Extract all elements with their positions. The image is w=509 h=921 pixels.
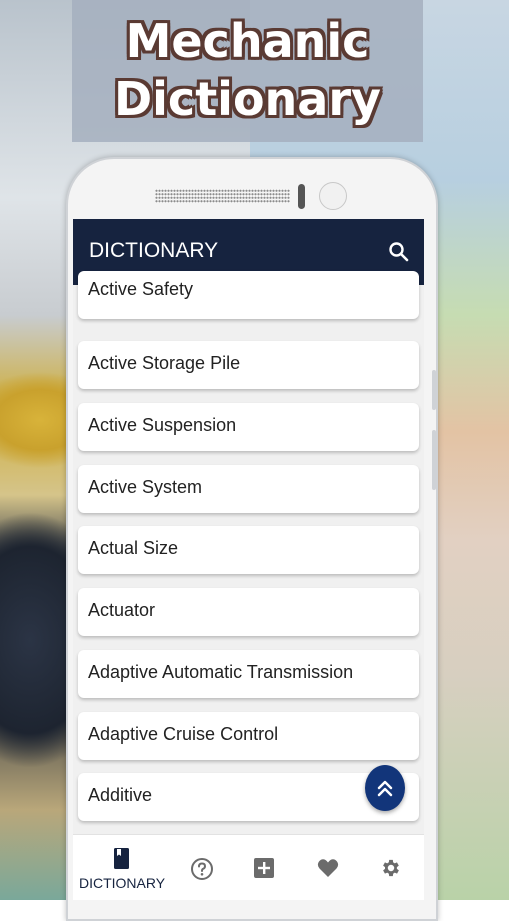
list-item[interactable]: Actual Size [78,526,419,574]
list-item-label: Actuator [88,600,156,620]
list-item[interactable]: Active Storage Pile [78,341,419,389]
list-item-label: Active Safety [88,279,194,299]
nav-tab-favorites[interactable] [295,835,361,900]
nav-tab-add[interactable] [233,835,295,900]
add-box-icon [254,858,274,878]
app-screen: DICTIONARY Active Safety Active Storage … [73,219,424,900]
list-item[interactable]: Adaptive Automatic Transmission [78,650,419,698]
phone-front-camera [319,182,347,210]
help-circle-icon [191,858,213,880]
bottom-navigation: DICTIONARY [73,834,424,900]
promo-title-line-2: Dictionary [113,72,382,126]
phone-side-button [432,430,436,490]
list-item-label: Actual Size [88,538,179,558]
nav-tab-settings[interactable] [361,835,424,900]
list-item-label: Active Storage Pile [88,353,241,373]
phone-speaker-grille [155,189,290,203]
search-button[interactable] [386,239,412,265]
phone-sensor [298,184,305,209]
nav-tab-dictionary[interactable]: DICTIONARY [73,835,171,900]
phone-side-button [432,370,436,410]
nav-tab-help[interactable] [171,835,233,900]
heart-icon [317,859,339,877]
list-item-label: Active System [88,477,203,497]
scroll-to-top-button[interactable] [365,765,405,811]
double-chevron-up-icon [377,780,393,797]
list-item-label: Active Suspension [88,415,237,435]
promo-title-line-1: Mechanic [125,14,370,68]
list-item-label: Additive [88,785,153,805]
list-item[interactable]: Actuator [78,588,419,636]
list-item-label: Adaptive Automatic Transmission [88,662,354,682]
gear-icon [383,859,399,877]
list-item-label: Adaptive Cruise Control [88,724,279,744]
list-item[interactable]: Active System [78,465,419,513]
list-item[interactable]: Adaptive Cruise Control [78,712,419,760]
promo-title-banner: Mechanic Dictionary [72,0,423,142]
list-item[interactable]: Active Safety [78,271,419,319]
app-bar-title: DICTIONARY [89,239,219,262]
book-icon [114,848,129,869]
nav-tab-label: DICTIONARY [78,875,166,891]
list-item[interactable]: Active Suspension [78,403,419,451]
search-icon [389,242,409,262]
